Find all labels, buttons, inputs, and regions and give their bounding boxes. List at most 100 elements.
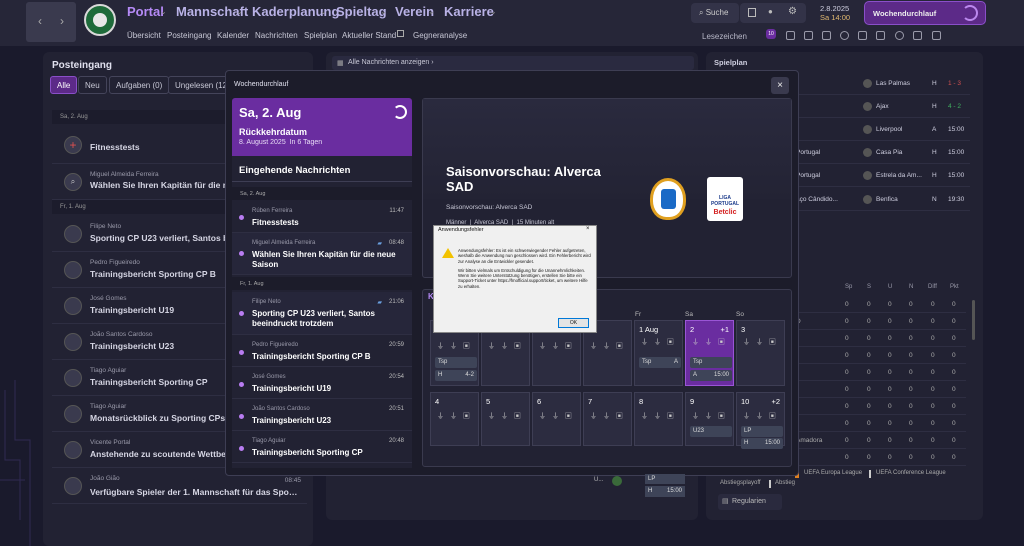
fixture-row[interactable]: aço Cândido... Benfica N 19:30	[790, 189, 970, 211]
chip-value: A	[673, 359, 678, 365]
gear-icon[interactable]: ⚙	[788, 6, 797, 17]
message-sender: João Santos Cardoso	[252, 406, 310, 412]
subnav-spielplan[interactable]: Spielplan	[304, 31, 337, 40]
ball-icon[interactable]	[895, 31, 904, 40]
calendar-day[interactable]: 6 ⏚ ⏚ ▣	[532, 392, 581, 446]
table-cell: 0	[952, 454, 956, 461]
filter-unread[interactable]: Ungelesen (12)	[168, 76, 230, 94]
avatar	[64, 405, 82, 423]
club-logo[interactable]	[84, 4, 116, 36]
message-item[interactable]: José Gomes 20:54 Trainingsbericht U19	[232, 367, 412, 399]
table-row[interactable]: 0 0 0 0 0 0	[786, 381, 966, 398]
message-item[interactable]: Miguel Almeida Ferreira ▰ 08:48 Wählen S…	[232, 233, 412, 275]
list-icon[interactable]	[822, 31, 831, 40]
table-header: Diff	[928, 284, 937, 290]
table-row[interactable]: 0 0 0 0 0 0	[786, 296, 966, 313]
calendar-icon[interactable]	[932, 31, 941, 40]
fixture-row[interactable]: Liverpool A 15:00	[790, 119, 970, 141]
filter-all[interactable]: Alle	[50, 76, 78, 94]
event-chip: H 4-2	[435, 370, 477, 381]
calendar-day[interactable]: 2 +1 ⏚ ⏚ ▣ Tsp A 15:00	[685, 320, 734, 386]
all-messages-link[interactable]: ▦ Alle Nachrichten anzeigen ›	[332, 56, 694, 70]
globe-icon[interactable]	[840, 31, 849, 40]
table-row[interactable]: Amadora 0 0 0 0 0 0	[786, 432, 966, 449]
calendar-day[interactable]: 3 ⏚ ⏚ ▣	[736, 320, 785, 386]
ok-button[interactable]: OK	[558, 318, 589, 328]
person-icon[interactable]	[876, 31, 885, 40]
table-cell: 0	[909, 437, 913, 444]
menu-karriere[interactable]: Karriere	[444, 4, 494, 19]
forward-icon[interactable]: ›	[52, 14, 72, 30]
message-item[interactable]: Pedro Figueiredo 20:59 Trainingsbericht …	[232, 335, 412, 367]
fixture-row[interactable]: Portugal Casa Pia H 15:00	[790, 142, 970, 164]
calendar-day[interactable]: 10 +2 ⏚ ⏚ ▣ LP H 15:00	[736, 392, 785, 449]
calendar-day[interactable]: 8 ⏚ ⏚ ▣	[634, 392, 683, 446]
menu-spieltag[interactable]: Spieltag	[336, 4, 387, 19]
table-row[interactable]: 0 0 0 0 0 0	[786, 398, 966, 415]
error-text-2: Wir bitten vielmals um Entschuldigung fü…	[458, 267, 588, 289]
message-item[interactable]: Filipe Neto ▰ 21:06 Sporting CP U23 verl…	[232, 292, 412, 335]
fixture-opponent: Ajax	[876, 103, 889, 110]
bookmarks-label[interactable]: Lesezeichen	[702, 32, 747, 41]
filter-new[interactable]: Neu	[78, 76, 107, 94]
filter-tasks[interactable]: Aufgaben (0)	[109, 76, 170, 94]
message-sender: Rúben Ferreira	[252, 208, 293, 214]
table-cell: 0	[931, 403, 935, 410]
avatar	[64, 477, 82, 495]
return-in: In 6 Tagen	[289, 139, 323, 146]
table-row[interactable]: D000000	[786, 313, 966, 330]
event-chip: Tsp	[690, 357, 732, 368]
table-row[interactable]: 0 0 0 0 0 0	[786, 330, 966, 347]
table-row[interactable]: 0 0 0 0 0 0	[786, 347, 966, 364]
avatar	[64, 441, 82, 459]
calendar-day[interactable]: 9 ⏚ ⏚ ▣ U23	[685, 392, 734, 446]
subnav-uebersicht[interactable]: Übersicht	[127, 31, 161, 40]
subnav-kalender[interactable]: Kalender	[217, 31, 249, 40]
shield-icon[interactable]	[804, 31, 813, 40]
calendar-chip: LP	[645, 474, 685, 484]
search-button[interactable]: ⌕ Suche	[691, 3, 739, 23]
news-title: Saisonvorschau: Alverca SAD	[446, 164, 601, 194]
fixture-row[interactable]: Ajax H 4 - 2	[790, 96, 970, 118]
message-item[interactable]: João Santos Cardoso 20:51 Trainingsberic…	[232, 399, 412, 431]
shirt-icon[interactable]	[786, 31, 795, 40]
event-chip: Tsp	[435, 357, 477, 368]
trophy-icon[interactable]	[858, 31, 867, 40]
fixture-row[interactable]: Las Palmas H 1 - 3	[790, 73, 970, 95]
back-icon[interactable]: ‹	[30, 14, 50, 30]
table-row[interactable]: 0 0 0 0 0 0	[786, 449, 966, 466]
close-icon[interactable]: ×	[586, 226, 590, 232]
event-chip: Tsp A	[639, 357, 681, 368]
calendar-day[interactable]: 4 ⏚ ⏚ ▣	[430, 392, 479, 446]
calendar-day[interactable]: 5 ⏚ ⏚ ▣	[481, 392, 530, 446]
scrollbar[interactable]	[972, 300, 975, 340]
menu-portal[interactable]: Portal	[127, 4, 164, 19]
subnav-posteingang[interactable]: Posteingang	[167, 31, 211, 40]
close-button[interactable]: ×	[771, 77, 789, 94]
fixture-row[interactable]: Portugal Estrela da Am... H 15:00	[790, 165, 970, 187]
subnav-aktueller-stand[interactable]: Aktueller Stand	[342, 31, 396, 40]
table-row[interactable]: 0 0 0 0 0 0	[786, 415, 966, 432]
magnifier-icon: ⌕	[64, 173, 82, 191]
fixture-venue: H	[932, 103, 937, 110]
device-icon[interactable]	[748, 8, 756, 17]
table-cell: 0	[867, 352, 871, 359]
divider	[232, 181, 412, 182]
message-item[interactable]: Tiago Aguiar 20:48 Trainingsbericht Spor…	[232, 431, 412, 463]
pin-icon[interactable]: ●	[768, 7, 773, 16]
item-sender: Vicente Portal	[90, 439, 131, 446]
calendar-day[interactable]: 7 ⏚ ⏚ ▣	[583, 392, 632, 446]
table-cell: 0	[888, 403, 892, 410]
subnav-nachrichten[interactable]: Nachrichten	[255, 31, 298, 40]
money-icon[interactable]	[913, 31, 922, 40]
table-row[interactable]: 0 0 0 0 0 0	[786, 364, 966, 381]
subnav-gegneranalyse[interactable]: Gegneranalyse	[413, 31, 467, 40]
loading-spinner-icon	[962, 5, 978, 21]
item-sender: Tiago Aguiar	[90, 403, 127, 410]
calendar-day[interactable]: 1 Aug ⏚ ⏚ ▣ Tsp A	[634, 320, 683, 386]
message-item[interactable]: Rúben Ferreira 11:47 Fitnesstests	[232, 200, 412, 233]
training-icons: ⏚ ⏚ ▣	[437, 413, 472, 420]
rules-button[interactable]: ▤ Regularien	[718, 494, 782, 510]
message-time: 11:47	[389, 208, 404, 214]
error-title: Anwendungsfehler	[438, 227, 484, 233]
